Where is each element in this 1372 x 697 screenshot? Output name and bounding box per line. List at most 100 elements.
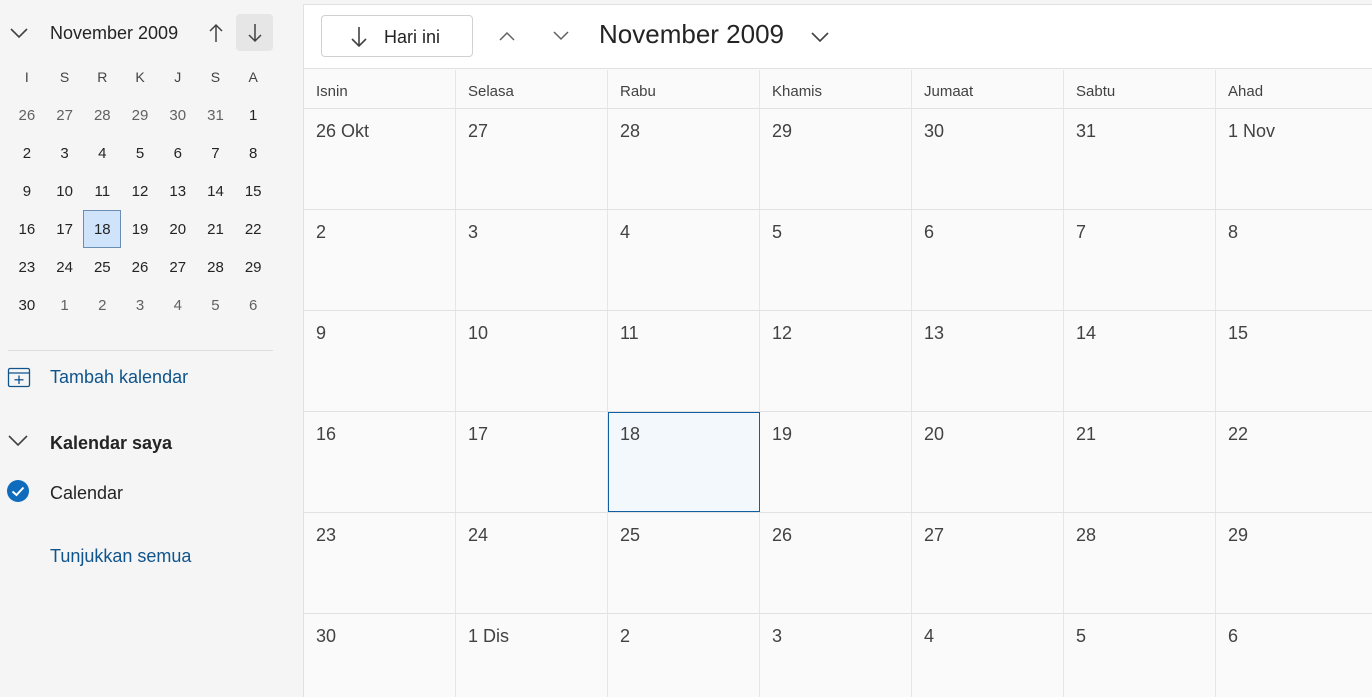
day-cell[interactable]: 26 bbox=[760, 513, 912, 613]
mini-day[interactable]: 27 bbox=[46, 96, 84, 134]
mini-day[interactable]: 26 bbox=[121, 248, 159, 286]
mini-day[interactable]: 4 bbox=[83, 134, 121, 172]
day-cell[interactable]: 23 bbox=[304, 513, 456, 613]
mini-day[interactable]: 8 bbox=[234, 134, 272, 172]
day-cell[interactable]: 4 bbox=[608, 210, 760, 310]
day-cell[interactable]: 28 bbox=[608, 109, 760, 209]
day-cell[interactable]: 17 bbox=[456, 412, 608, 512]
day-cell[interactable]: 2 bbox=[304, 210, 456, 310]
mini-day[interactable]: 4 bbox=[159, 286, 197, 324]
day-cell[interactable]: 24 bbox=[456, 513, 608, 613]
mini-day[interactable]: 29 bbox=[121, 96, 159, 134]
mini-day[interactable]: 21 bbox=[197, 210, 235, 248]
day-cell[interactable]: 29 bbox=[760, 109, 912, 209]
day-cell[interactable]: 14 bbox=[1064, 311, 1216, 411]
mini-weekday-label: S bbox=[59, 69, 70, 85]
day-cell[interactable]: 3 bbox=[760, 614, 912, 697]
mini-day[interactable]: 19 bbox=[121, 210, 159, 248]
day-cell[interactable]: 15 bbox=[1216, 311, 1372, 411]
day-cell[interactable]: 1 Nov bbox=[1216, 109, 1372, 209]
day-cell[interactable]: 20 bbox=[912, 412, 1064, 512]
mini-day[interactable]: 30 bbox=[8, 286, 46, 324]
day-cell[interactable]: 2 bbox=[608, 614, 760, 697]
mini-day[interactable]: 17 bbox=[46, 210, 84, 248]
mini-day[interactable]: 16 bbox=[8, 210, 46, 248]
day-cell[interactable]: 10 bbox=[456, 311, 608, 411]
day-cell[interactable]: 30 bbox=[912, 109, 1064, 209]
day-cell[interactable]: 28 bbox=[1064, 513, 1216, 613]
mini-day[interactable]: 6 bbox=[159, 134, 197, 172]
day-cell[interactable]: 12 bbox=[760, 311, 912, 411]
mini-day[interactable]: 1 bbox=[46, 286, 84, 324]
day-cell[interactable]: 27 bbox=[456, 109, 608, 209]
day-cell[interactable]: 22 bbox=[1216, 412, 1372, 512]
day-cell[interactable]: 21 bbox=[1064, 412, 1216, 512]
day-cell[interactable]: 3 bbox=[456, 210, 608, 310]
month-picker-button[interactable] bbox=[808, 25, 832, 49]
collapse-mini-calendar-button[interactable] bbox=[6, 18, 32, 48]
mini-day[interactable]: 22 bbox=[234, 210, 272, 248]
mini-day[interactable]: 28 bbox=[83, 96, 121, 134]
next-month-button[interactable] bbox=[236, 14, 273, 51]
mini-day[interactable]: 28 bbox=[197, 248, 235, 286]
day-cell[interactable]: 6 bbox=[912, 210, 1064, 310]
day-cell[interactable]: 4 bbox=[912, 614, 1064, 697]
mini-day-selected[interactable]: 18 bbox=[83, 210, 122, 248]
mini-day[interactable]: 2 bbox=[8, 134, 46, 172]
day-cell[interactable]: 31 bbox=[1064, 109, 1216, 209]
mini-day[interactable]: 5 bbox=[197, 286, 235, 324]
add-calendar-button[interactable]: Tambah kalendar bbox=[6, 362, 276, 392]
mini-day[interactable]: 12 bbox=[121, 172, 159, 210]
day-cell[interactable]: 8 bbox=[1216, 210, 1372, 310]
mini-day[interactable]: 29 bbox=[234, 248, 272, 286]
mini-day[interactable]: 3 bbox=[121, 286, 159, 324]
day-cell[interactable]: 7 bbox=[1064, 210, 1216, 310]
mini-calendar-title[interactable]: November 2009 bbox=[50, 23, 178, 44]
day-cell[interactable]: 11 bbox=[608, 311, 760, 411]
next-period-button[interactable] bbox=[546, 21, 576, 51]
month-title[interactable]: November 2009 bbox=[599, 19, 784, 50]
mini-day[interactable]: 10 bbox=[46, 172, 84, 210]
day-cell[interactable]: 1 Dis bbox=[456, 614, 608, 697]
mini-day[interactable]: 1 bbox=[234, 96, 272, 134]
mini-day[interactable]: 20 bbox=[159, 210, 197, 248]
mini-day[interactable]: 5 bbox=[121, 134, 159, 172]
day-cell[interactable]: 26 Okt bbox=[304, 109, 456, 209]
day-cell[interactable]: 16 bbox=[304, 412, 456, 512]
my-calendars-group[interactable]: Kalendar saya bbox=[6, 428, 276, 458]
day-cell[interactable]: 30 bbox=[304, 614, 456, 697]
mini-day[interactable]: 24 bbox=[46, 248, 84, 286]
mini-day[interactable]: 7 bbox=[197, 134, 235, 172]
day-cell[interactable]: 5 bbox=[760, 210, 912, 310]
show-all-link[interactable]: Tunjukkan semua bbox=[50, 546, 191, 567]
day-cell[interactable]: 5 bbox=[1064, 614, 1216, 697]
day-cell[interactable]: 13 bbox=[912, 311, 1064, 411]
day-cell[interactable]: 25 bbox=[608, 513, 760, 613]
mini-day[interactable]: 3 bbox=[46, 134, 84, 172]
mini-day[interactable]: 27 bbox=[159, 248, 197, 286]
mini-day[interactable]: 2 bbox=[83, 286, 121, 324]
today-button[interactable]: Hari ini bbox=[321, 15, 473, 57]
day-cell[interactable]: 19 bbox=[760, 412, 912, 512]
mini-day[interactable]: 26 bbox=[8, 96, 46, 134]
day-cell[interactable]: 6 bbox=[1216, 614, 1372, 697]
day-cell-selected[interactable]: 18 bbox=[608, 412, 760, 512]
mini-day[interactable]: 6 bbox=[234, 286, 272, 324]
mini-day[interactable]: 30 bbox=[159, 96, 197, 134]
mini-day[interactable]: 13 bbox=[159, 172, 197, 210]
calendar-item[interactable]: Calendar bbox=[6, 478, 276, 508]
mini-day[interactable]: 31 bbox=[197, 96, 235, 134]
previous-period-button[interactable] bbox=[492, 21, 522, 51]
previous-month-button[interactable] bbox=[200, 16, 232, 50]
mini-day[interactable]: 9 bbox=[8, 172, 46, 210]
weekday-header: Isnin bbox=[304, 70, 456, 109]
mini-day[interactable]: 11 bbox=[83, 172, 121, 210]
day-cell[interactable]: 27 bbox=[912, 513, 1064, 613]
mini-day[interactable]: 25 bbox=[83, 248, 121, 286]
mini-day[interactable]: 14 bbox=[197, 172, 235, 210]
day-cell[interactable]: 29 bbox=[1216, 513, 1372, 613]
mini-day[interactable]: 23 bbox=[8, 248, 46, 286]
mini-day[interactable]: 15 bbox=[234, 172, 272, 210]
day-cell[interactable]: 9 bbox=[304, 311, 456, 411]
checkmark-circle-icon[interactable] bbox=[6, 479, 30, 508]
